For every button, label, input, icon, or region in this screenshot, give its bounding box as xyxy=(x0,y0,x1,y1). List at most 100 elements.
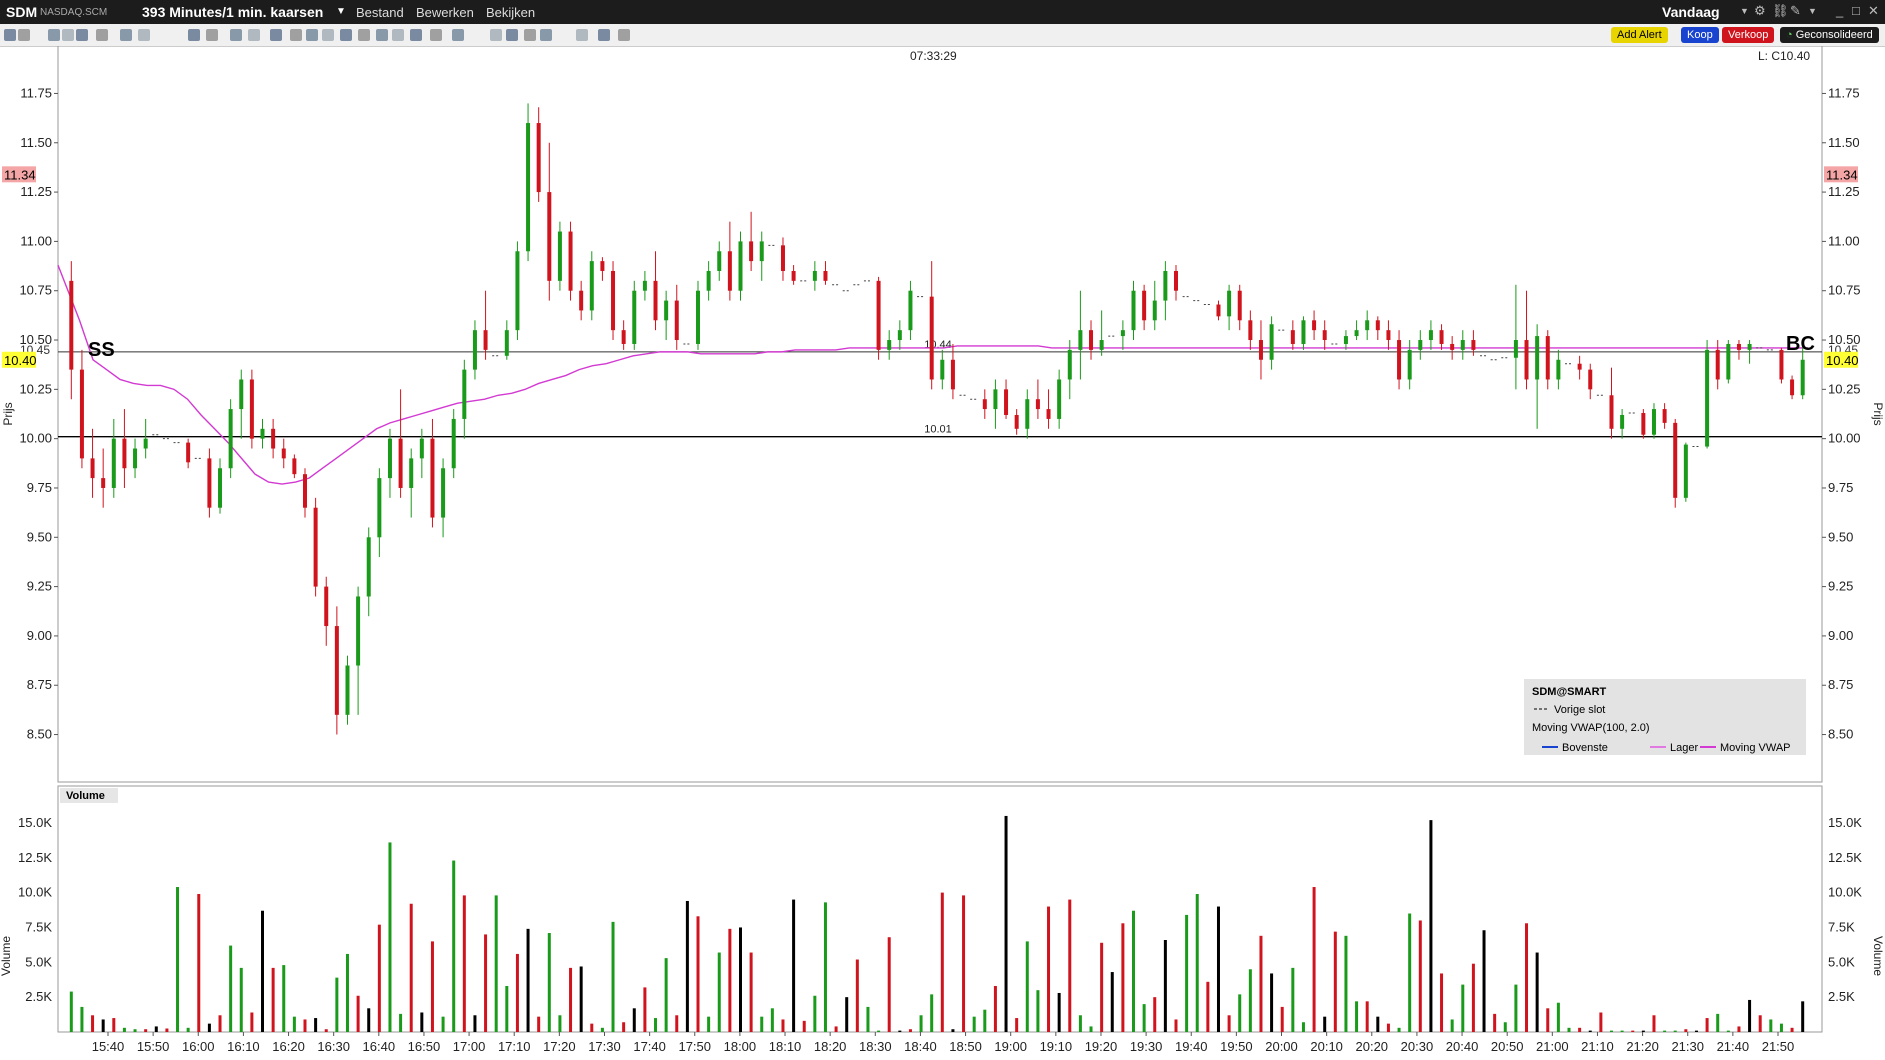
chevron-down-icon[interactable]: ▼ xyxy=(1740,6,1749,16)
volume-bar xyxy=(207,1023,211,1032)
timeframe-selector[interactable]: 393 Minutes/1 min. kaarsen xyxy=(142,4,323,20)
exchange: NASDAQ.SCM xyxy=(40,7,108,18)
undo-icon[interactable] xyxy=(188,29,200,41)
volume-bar xyxy=(569,967,573,1032)
candle-body xyxy=(950,359,955,390)
candle-body xyxy=(472,330,477,370)
volume-bar xyxy=(940,892,944,1032)
fib-icon[interactable] xyxy=(120,29,132,41)
volume-bar xyxy=(1567,1027,1571,1032)
chevron-down-icon[interactable]: ▼ xyxy=(1808,6,1817,16)
legend-item-label: Moving VWAP xyxy=(1720,742,1791,754)
candle-body xyxy=(982,399,987,410)
grid-icon[interactable] xyxy=(230,29,242,41)
close-icon[interactable]: ✕ xyxy=(1868,3,1879,19)
draw-icon[interactable] xyxy=(306,29,318,41)
volume-bar xyxy=(1291,967,1295,1032)
layout-icon[interactable] xyxy=(540,29,552,41)
add-alert-button[interactable]: Add Alert xyxy=(1611,27,1668,43)
volume-bar xyxy=(1110,972,1114,1032)
chevron-down-icon[interactable]: ▼ xyxy=(336,6,346,17)
price-tick-label-left: 11.25 xyxy=(20,184,52,199)
link-icon[interactable]: ⛓ xyxy=(1772,3,1789,19)
consolidated-button[interactable]: ◔ Geconsolideerd xyxy=(1780,27,1879,43)
menu-bewerken[interactable]: Bewerken xyxy=(416,5,474,20)
volume-bar xyxy=(1535,952,1539,1032)
line-icon[interactable] xyxy=(392,29,404,41)
pan-icon[interactable] xyxy=(76,29,88,41)
volume-bar xyxy=(717,952,721,1032)
candle-body xyxy=(940,359,945,380)
candle-body xyxy=(1067,349,1072,380)
zoom-out-icon[interactable] xyxy=(358,29,370,41)
volume-bar xyxy=(1726,1030,1730,1032)
layout-icon[interactable] xyxy=(270,29,282,41)
undo-icon[interactable] xyxy=(452,29,464,41)
zoom-out-icon[interactable] xyxy=(62,29,74,41)
candle-body xyxy=(812,270,817,281)
text-icon[interactable] xyxy=(138,29,150,41)
symbol[interactable]: SDM xyxy=(6,4,37,20)
grid-icon[interactable] xyxy=(506,29,518,41)
crosshair-icon[interactable] xyxy=(322,29,334,41)
candle-body xyxy=(1354,330,1359,337)
volume-bar xyxy=(356,995,360,1032)
candle-body xyxy=(302,474,307,508)
candle-body xyxy=(111,438,116,488)
candle-body xyxy=(1397,340,1402,380)
menu-bestand[interactable]: Bestand xyxy=(356,5,404,20)
draw-icon[interactable] xyxy=(598,29,610,41)
volume-bar xyxy=(1259,935,1263,1032)
fib-icon[interactable] xyxy=(410,29,422,41)
volume-bar xyxy=(728,928,732,1032)
gear-icon[interactable]: ⚙ xyxy=(1754,3,1766,19)
minimize-icon[interactable]: _ xyxy=(1836,3,1843,18)
buy-button[interactable]: Koop xyxy=(1681,27,1719,43)
title-bar: SDM NASDAQ.SCM 393 Minutes/1 min. kaarse… xyxy=(0,0,1885,24)
volume-bar xyxy=(1705,1018,1709,1032)
volume-bar xyxy=(1015,1018,1019,1032)
candle-body xyxy=(1460,340,1465,350)
price-tick-label-left: 9.50 xyxy=(27,529,52,544)
volume-bar xyxy=(770,1008,774,1032)
menu-bekijken[interactable]: Bekijken xyxy=(486,5,535,20)
settings-icon[interactable] xyxy=(290,29,302,41)
indicator-icon[interactable] xyxy=(248,29,260,41)
volume-bar xyxy=(813,995,817,1032)
candle-body xyxy=(1365,320,1370,331)
volume-bar xyxy=(345,953,349,1032)
volume-bar xyxy=(866,1006,870,1032)
redo-icon[interactable] xyxy=(490,29,502,41)
line-icon[interactable] xyxy=(96,29,108,41)
sell-button[interactable]: Verkoop xyxy=(1722,27,1775,43)
period-selector[interactable]: Vandaag xyxy=(1662,4,1720,20)
candle-body xyxy=(579,290,584,311)
text-icon[interactable] xyxy=(430,29,442,41)
settings-icon[interactable] xyxy=(576,29,588,41)
volume-bar xyxy=(335,977,339,1032)
candle-body xyxy=(79,369,84,459)
crosshair-icon[interactable] xyxy=(618,29,630,41)
volume-bar xyxy=(1503,1022,1507,1032)
draw-icon[interactable] xyxy=(4,29,16,41)
redo-icon[interactable] xyxy=(206,29,218,41)
zoom-in-icon[interactable] xyxy=(340,29,352,41)
time-tick-label: 17:10 xyxy=(498,1039,531,1054)
price-chart[interactable]: 8.50 8.50 8.75 8.75 9.00 9.00 9.25 9.25 9.50 9.50… xyxy=(0,46,1885,1060)
volume-bar xyxy=(855,959,859,1032)
candle-body xyxy=(887,340,892,350)
candle-body xyxy=(696,290,701,344)
volume-bar xyxy=(1270,973,1274,1032)
volume-bar xyxy=(324,1029,328,1032)
volume-bar xyxy=(1142,1004,1146,1032)
crosshair-icon[interactable] xyxy=(18,29,30,41)
candle-body xyxy=(1120,330,1125,337)
pan-icon[interactable] xyxy=(376,29,388,41)
zoom-in-icon[interactable] xyxy=(48,29,60,41)
volume-tick-label-left: 12.5K xyxy=(18,850,52,865)
maximize-icon[interactable]: □ xyxy=(1852,3,1860,18)
volume-bar xyxy=(399,1013,403,1032)
indicator-icon[interactable] xyxy=(524,29,536,41)
pin-icon[interactable]: ✎ xyxy=(1790,3,1801,19)
time-tick-label: 21:00 xyxy=(1536,1039,1569,1054)
